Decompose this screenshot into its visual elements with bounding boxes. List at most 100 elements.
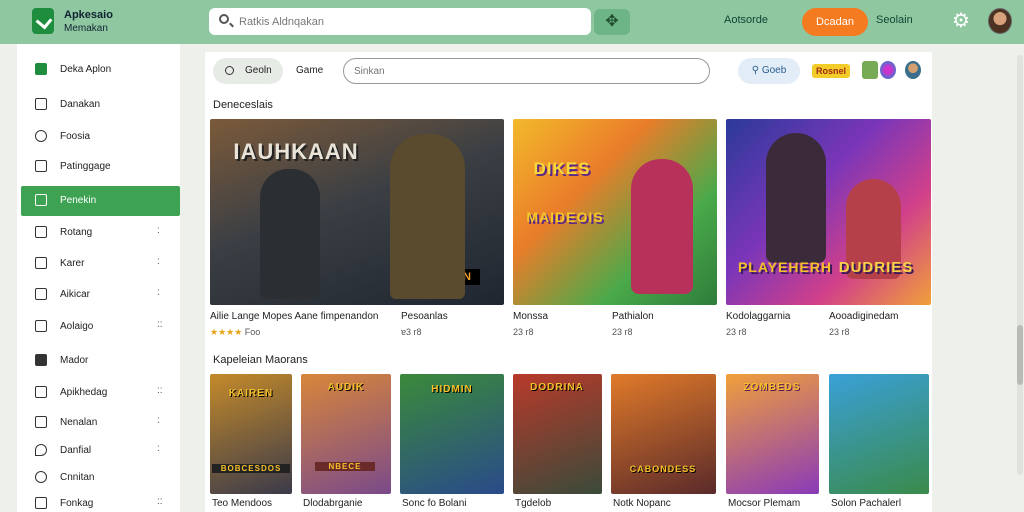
game-title[interactable]: Pathialon [612,311,654,322]
game-filter-tab[interactable]: Game [296,58,336,84]
filter-search-input[interactable] [343,58,710,84]
sidebar-item[interactable]: Foosia [21,122,180,152]
scrollbar[interactable] [1017,55,1023,475]
download-button[interactable]: Dcadan [802,8,868,36]
game-title[interactable]: Sonc fo Bolani [402,498,467,509]
sidebar-item[interactable]: Apikhedag:: [21,378,180,408]
sign-in-link[interactable]: Seolain [876,14,913,26]
game-meta: ★★★★ Foo [210,327,260,338]
game-thumbnail[interactable]: KAIREN BOBCESDOS [210,374,292,494]
gift-icon[interactable] [862,61,878,79]
game-title[interactable]: Monssa [513,311,548,322]
thumbnail-subtitle-art: CABONDESS [629,464,697,474]
sidebar-item[interactable]: Mador [21,346,180,376]
game-title[interactable]: Pesoanlas [401,311,448,322]
top-search-input[interactable] [239,12,579,31]
sidebar-item-label: Aikicar [60,289,91,300]
game-thumbnail[interactable]: HIDMIN [400,374,504,494]
more-icon[interactable]: : [157,415,160,426]
game-title[interactable]: Dlodabrganie [303,498,363,509]
game-thumbnail[interactable]: AUDIK NBECE [301,374,391,494]
rating-stars: ★★★★ [210,327,243,337]
avatar[interactable] [988,8,1012,34]
game-meta: 23 r8 [829,327,850,337]
sidebar-item[interactable]: Aikicar: [21,280,180,310]
more-icon[interactable]: :: [157,496,163,507]
game-title[interactable]: Tgdelob [515,498,551,509]
game-title[interactable]: Ailie Lange Mopes Aane fimpenandon [210,311,378,322]
search-icon [219,14,229,24]
sidebar-item-home[interactable]: Deka Aplon [21,55,180,85]
game-meta: 23 r8 [726,327,747,337]
game-title[interactable]: Notk Nopanc [613,498,671,509]
sidebar-item-label: Penekin [60,195,97,206]
cube-icon [35,98,47,110]
more-icon[interactable]: : [157,287,160,298]
app-logo-icon[interactable] [32,8,54,34]
game-thumbnail[interactable]: CABONDESS [611,374,716,494]
thumbnail-title-art: DODRINA [530,382,584,393]
sidebar-item[interactable]: Nenalan: [21,408,180,438]
game-thumbnail[interactable] [829,374,929,494]
sidebar-item-label: Karer [60,258,85,269]
game-thumbnail[interactable]: PLAYEHERH DUDRIES [726,119,931,305]
home-filter-label: Geoln [245,65,272,76]
sidebar-item-label: Deka Aplon [60,64,112,75]
more-icon[interactable]: : [157,443,160,454]
sidebar-item[interactable]: Patinggage [21,152,180,182]
square-icon [35,226,47,238]
game-title[interactable]: Solon Pachalerl [831,498,901,509]
game-title[interactable]: Aooadiginedam [829,311,899,322]
sidebar-item[interactable]: Rotang: [21,218,180,248]
section-title-second: Kapeleian Maorans [213,354,308,366]
more-icon[interactable]: : [157,256,160,267]
thumbnail-title-art: IAUHKAAN [233,139,359,164]
thumbnail-subtitle-art: NBECE [315,462,375,471]
top-nav-link[interactable]: Aotsorde [724,14,768,26]
hero-figure [631,159,693,294]
game-title[interactable]: Kodolaggarnia [726,311,791,322]
game-thumbnail[interactable]: DIKES MAIDEOIS [513,119,717,305]
thumbnail-subtitle-art: DUDRIES [838,259,914,276]
hero-figure [766,133,826,263]
game-meta: 23 r8 [612,327,633,337]
sidebar-item-label: Danfial [60,445,92,456]
game-thumbnail[interactable]: DODRINA [513,374,602,494]
sidebar-item-label: Patinggage [60,161,111,172]
list-icon [35,386,47,398]
game-thumbnail[interactable]: IAUHKAAN IAIKAN [210,119,504,305]
thumbnail-title-art: HIDMIN [431,384,473,395]
game-thumbnail[interactable]: ZOMBEDS [726,374,819,494]
game-title[interactable]: Mocsor Plemam [728,498,800,509]
game-count: Foo [244,327,261,337]
gear-icon[interactable]: ⚙ [952,9,970,33]
sidebar-item[interactable]: Danfial: [21,436,180,466]
more-icon[interactable]: :: [157,385,163,396]
game-title[interactable]: Teo Mendoos [212,498,272,509]
sidebar-item[interactable]: Fonkag:: [21,489,180,512]
game-meta: 23 r8 [513,327,534,337]
profile-icon[interactable] [905,61,921,79]
sidebar-item-label: Rotang [60,227,93,238]
thumbnail-title-art: DIKES [533,159,591,178]
thumbnail-title-art: PLAYEHERH [737,259,833,275]
more-icon[interactable]: :: [157,319,163,330]
sidebar-item[interactable]: Karer: [21,249,180,279]
gamepad-icon[interactable]: ✥ [594,9,630,35]
sidebar-item-label: Nenalan [60,417,98,428]
sidebar-item-active[interactable]: Penekin [21,186,180,216]
sidebar-item-label: Aolaigo [60,321,94,332]
sidebar-item-label: Apikhedag [60,387,108,398]
promo-badge[interactable]: Rosnel [812,64,850,78]
more-icon[interactable]: : [157,225,160,236]
sidebar-item[interactable]: Aolaigo:: [21,312,180,342]
square-icon [35,416,47,428]
game-icon[interactable] [880,61,896,79]
sort-button[interactable]: ⚲ Goeb [738,58,800,84]
game-meta: ɐ3 r8 [401,327,422,337]
sidebar-item[interactable]: Danakan [21,90,180,120]
brand-subtitle: Memakan [64,23,108,34]
home-filter-button[interactable]: Geoln [213,58,283,84]
flag-icon [35,288,47,300]
home-icon [35,354,47,366]
